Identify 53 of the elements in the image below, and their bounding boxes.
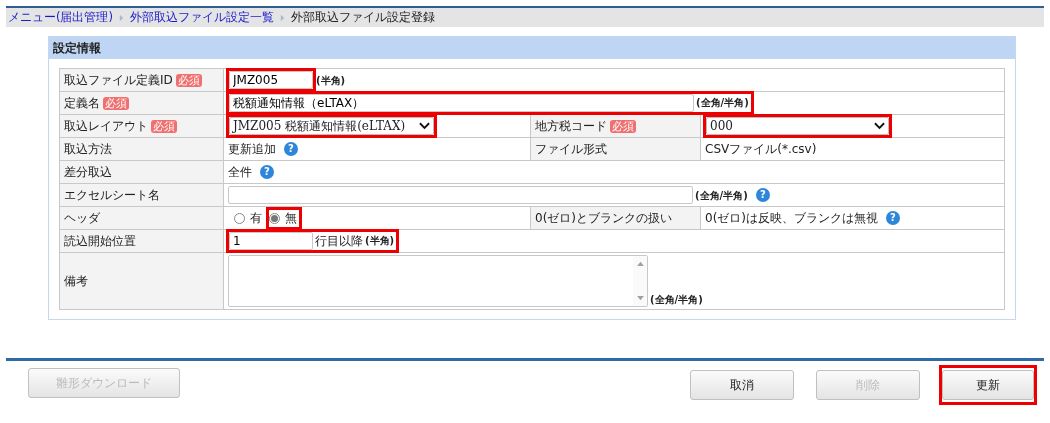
input-field[interactable]: JMZ005: [229, 71, 313, 89]
field-label: 定義名: [64, 95, 100, 110]
field-label: 取込ファイル定義ID: [64, 72, 173, 87]
text-area[interactable]: [228, 255, 648, 307]
help-icon[interactable]: ?: [755, 188, 770, 202]
required-badge: 必須: [610, 119, 636, 133]
field-label: 読込開始位置: [64, 233, 136, 248]
panel-title: 設定情報: [49, 37, 1015, 59]
field-label: 取込方法: [64, 141, 112, 156]
caret-icon: [874, 122, 885, 130]
field-label: ヘッダ: [64, 210, 100, 225]
help-icon[interactable]: ?: [260, 165, 274, 179]
field-label: 取込レイアウト: [64, 118, 148, 133]
field-label: エクセルシート名: [64, 187, 160, 202]
required-badge: 必須: [151, 119, 177, 133]
dropdown[interactable]: JMZ005 税額通知情報(eLTAX): [229, 117, 434, 135]
field-value: CSVファイル(*.csv): [705, 141, 817, 156]
help-icon[interactable]: ?: [284, 142, 298, 156]
caret-icon: [419, 122, 430, 130]
required-badge: 必須: [103, 96, 129, 110]
dropdown[interactable]: 000: [706, 117, 889, 135]
field-value: 更新追加: [228, 141, 276, 156]
field-value: 0(ゼロ)は反映、ブランクは無視: [705, 210, 878, 225]
input-hint: (半角): [316, 74, 346, 86]
input-field[interactable]: 税額通知情報（eLTAX）: [229, 94, 694, 112]
input-hint: (半角): [365, 234, 395, 248]
input-field[interactable]: [228, 186, 693, 204]
footer-button[interactable]: 更新: [942, 370, 1034, 400]
chevron-icon: [280, 13, 285, 22]
scroll-down-icon[interactable]: [636, 296, 644, 301]
field-label: 備考: [64, 273, 88, 288]
help-icon[interactable]: ?: [886, 211, 900, 225]
scroll-up-icon[interactable]: [636, 261, 644, 266]
breadcrumb-current: 外部取込ファイル設定登録: [291, 10, 435, 25]
chevron-icon: [119, 13, 124, 22]
required-badge: 必須: [175, 73, 202, 87]
field-label: 地方税コード: [535, 118, 607, 133]
input-hint: (全角/半角): [696, 96, 749, 110]
field-value: 全件: [228, 164, 252, 179]
footer-button[interactable]: 取消: [690, 370, 794, 400]
input-field[interactable]: 1: [229, 232, 313, 250]
unit-label: 行目以降: [315, 232, 363, 250]
field-label: 差分取込: [64, 164, 112, 179]
field-label: ファイル形式: [535, 141, 607, 156]
breadcrumb-link[interactable]: 外部取込ファイル設定一覧: [130, 10, 274, 25]
field-label: 0(ゼロ)とブランクの扱い: [535, 210, 672, 225]
input-hint: (全角/半角): [650, 294, 703, 305]
radio-label[interactable]: 有: [250, 209, 262, 227]
radio-button[interactable]: [269, 212, 280, 224]
input-hint: (全角/半角): [695, 189, 748, 201]
radio-label[interactable]: 無: [285, 209, 299, 227]
breadcrumb-link[interactable]: メニュー(届出管理): [8, 10, 113, 25]
radio-button[interactable]: [234, 212, 245, 224]
